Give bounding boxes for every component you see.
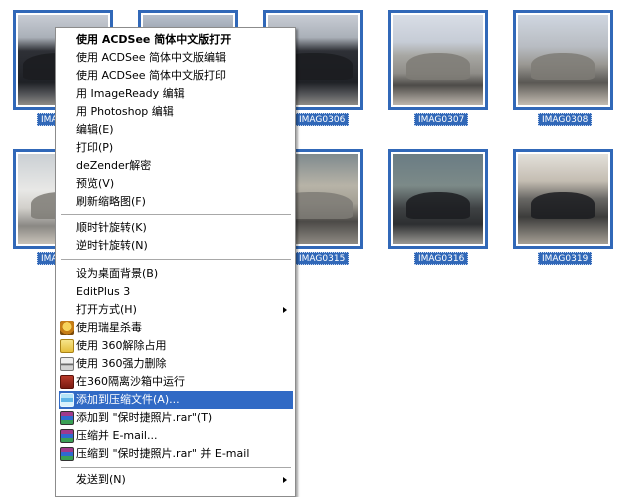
winrar-icon xyxy=(60,411,74,425)
menu-item-add-to-archive[interactable]: 添加到压缩文件(A)... xyxy=(59,391,293,409)
menu-item-acdsee-print[interactable]: 使用 ACDSee 简体中文版打印 xyxy=(59,67,293,85)
photo-suv-rear xyxy=(518,154,608,244)
sandbox-icon xyxy=(60,375,74,389)
menu-item-open-with[interactable]: 打开方式(H) xyxy=(59,301,293,319)
menu-item-compress-rar-email[interactable]: 压缩到 "保时捷照片.rar" 并 E-mail xyxy=(59,445,293,463)
menu-separator xyxy=(61,467,291,468)
menu-item-360-force-delete[interactable]: 使用 360强力删除 xyxy=(59,355,293,373)
folder-icon xyxy=(60,339,74,353)
thumbnail-5-label[interactable]: IMAG0308 xyxy=(538,113,593,126)
shield-icon xyxy=(60,321,74,335)
menu-item-preview[interactable]: 预览(V) xyxy=(59,175,293,193)
menu-item-acdsee-open[interactable]: 使用 ACDSee 简体中文版打开 xyxy=(59,31,293,49)
thumbnail-8-label[interactable]: IMAG0316 xyxy=(414,252,469,265)
thumbnail-8[interactable] xyxy=(388,149,488,249)
menu-item-photoshop-edit[interactable]: 用 Photoshop 编辑 xyxy=(59,103,293,121)
menu-item-editplus[interactable]: EditPlus 3 xyxy=(59,283,293,301)
winrar-icon xyxy=(60,429,74,443)
context-menu: 使用 ACDSee 简体中文版打开 使用 ACDSee 简体中文版编辑 使用 A… xyxy=(55,27,296,497)
menu-separator xyxy=(61,214,291,215)
shredder-icon xyxy=(60,357,74,371)
menu-item-refresh-thumbnail[interactable]: 刷新缩略图(F) xyxy=(59,193,293,211)
winrar-icon xyxy=(60,447,74,461)
menu-item-acdsee-edit[interactable]: 使用 ACDSee 简体中文版编辑 xyxy=(59,49,293,67)
menu-item-rising-antivirus[interactable]: 使用瑞星杀毒 xyxy=(59,319,293,337)
menu-item-set-wallpaper[interactable]: 设为桌面背景(B) xyxy=(59,265,293,283)
photo-suv-side-doors-open xyxy=(518,15,608,105)
thumbnail-3-label[interactable]: IMAG0306 xyxy=(295,113,350,126)
thumbnail-4[interactable] xyxy=(388,10,488,110)
submenu-arrow-icon xyxy=(283,477,287,483)
submenu-arrow-icon xyxy=(283,307,287,313)
photo-silver-suv xyxy=(393,154,483,244)
winrar-icon xyxy=(60,393,74,407)
menu-separator xyxy=(61,259,291,260)
thumbnail-4-label[interactable]: IMAG0307 xyxy=(414,113,469,126)
menu-item-compress-email[interactable]: 压缩并 E-mail... xyxy=(59,427,293,445)
thumbnail-7-label[interactable]: IMAG0315 xyxy=(295,252,350,265)
menu-item-send-to[interactable]: 发送到(N) xyxy=(59,471,293,489)
photo-suv-side xyxy=(393,15,483,105)
menu-item-rotate-clockwise[interactable]: 顺时针旋转(K) xyxy=(59,219,293,237)
thumbnail-9-label[interactable]: IMAG0319 xyxy=(538,252,593,265)
menu-item-print[interactable]: 打印(P) xyxy=(59,139,293,157)
menu-item-dezender[interactable]: deZender解密 xyxy=(59,157,293,175)
menu-item-360-sandbox[interactable]: 在360隔离沙箱中运行 xyxy=(59,373,293,391)
menu-item-add-to-rar[interactable]: 添加到 "保时捷照片.rar"(T) xyxy=(59,409,293,427)
menu-item-imageready-edit[interactable]: 用 ImageReady 编辑 xyxy=(59,85,293,103)
menu-item-360-unlock[interactable]: 使用 360解除占用 xyxy=(59,337,293,355)
thumbnail-5[interactable] xyxy=(513,10,613,110)
menu-item-edit[interactable]: 编辑(E) xyxy=(59,121,293,139)
thumbnail-9[interactable] xyxy=(513,149,613,249)
menu-item-rotate-counterclockwise[interactable]: 逆时针旋转(N) xyxy=(59,237,293,255)
